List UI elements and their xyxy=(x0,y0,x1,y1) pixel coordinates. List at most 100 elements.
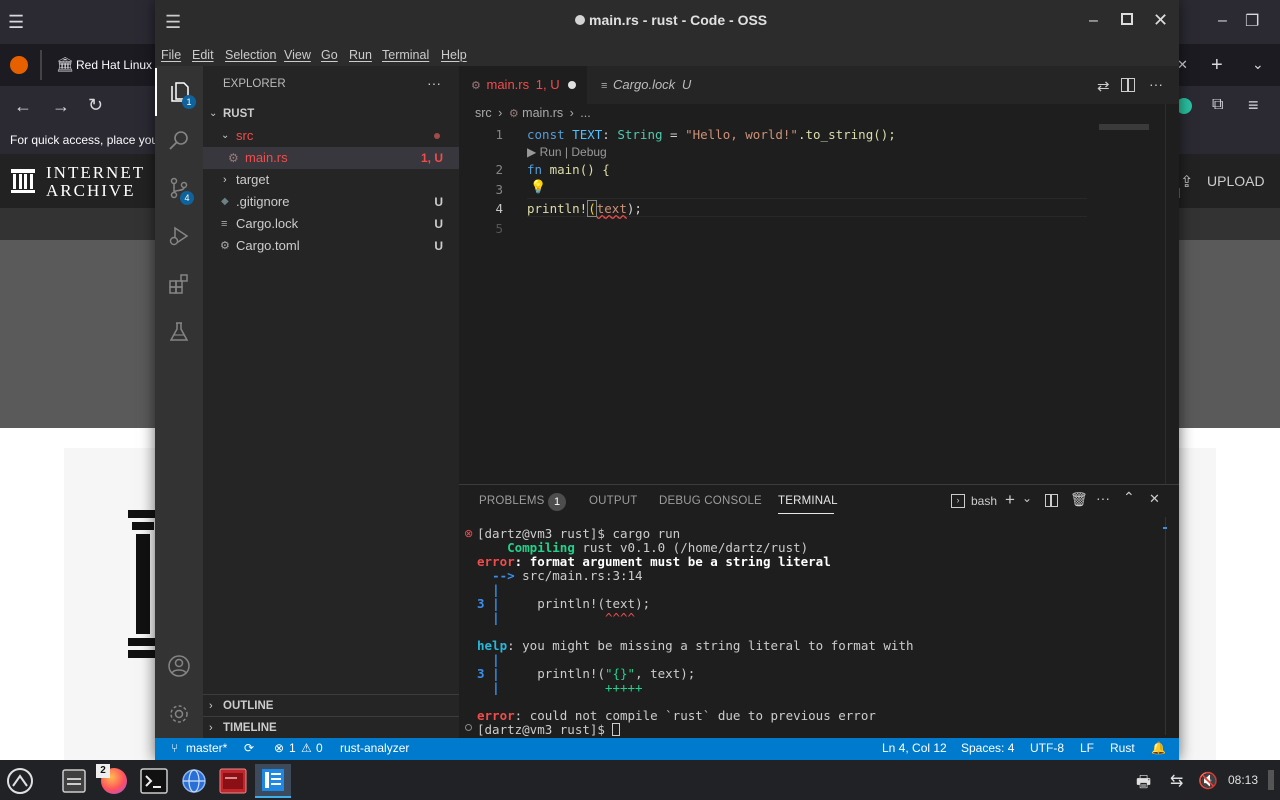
new-terminal-icon[interactable]: + xyxy=(1005,490,1015,510)
extensions-activity[interactable] xyxy=(155,260,203,308)
firefox-task[interactable]: 2 xyxy=(96,764,132,798)
terminal-scrollbar[interactable] xyxy=(1165,517,1166,735)
bell-icon[interactable]: 🔔 xyxy=(1151,741,1166,755)
terminal-prompt[interactable]: [dartz@vm3 rust]$ xyxy=(477,723,621,737)
file-main-rs[interactable]: ⚙ main.rs 1, U xyxy=(203,147,459,169)
code-line-1[interactable]: const TEXT: String = "Hello, world!".to_… xyxy=(527,127,896,142)
tab-debug-console[interactable]: DEBUG CONSOLE xyxy=(659,495,762,507)
code-oss-task[interactable] xyxy=(255,764,291,798)
codelens-run-debug[interactable]: ▶ Run | Debug xyxy=(527,145,607,159)
tab-output[interactable]: OUTPUT xyxy=(589,495,637,507)
branch-name[interactable]: master* xyxy=(186,741,227,755)
scrollbar-track[interactable] xyxy=(1165,104,1166,484)
menu-file[interactable]: File xyxy=(161,48,181,62)
tab-list-icon[interactable]: ⌄ xyxy=(1252,56,1264,73)
language-mode[interactable]: Rust xyxy=(1110,741,1135,755)
printer-icon[interactable]: 🖶 xyxy=(1136,771,1151,798)
run-debug-activity[interactable] xyxy=(155,212,203,260)
warning-icon: ⚠ xyxy=(301,741,312,755)
chevron-down-icon[interactable]: ⌄ xyxy=(1022,491,1032,505)
breadcrumb-more[interactable]: ... xyxy=(580,106,590,120)
upload-link[interactable]: UPLOAD xyxy=(1207,173,1265,189)
search-activity[interactable] xyxy=(155,116,203,164)
folder-target[interactable]: › target xyxy=(203,169,459,191)
reload-icon[interactable]: ↻ xyxy=(88,95,103,116)
archive-favicon-icon: 🏛 xyxy=(56,56,74,72)
end-of-line[interactable]: LF xyxy=(1080,741,1094,755)
forward-icon[interactable]: → xyxy=(52,96,70,117)
code-line-2[interactable]: fn main() { xyxy=(527,162,610,177)
encoding[interactable]: UTF-8 xyxy=(1030,741,1064,755)
code-line-4[interactable]: println!(text); xyxy=(527,200,642,217)
browser-tab-title[interactable]: Red Hat Linux xyxy=(76,58,152,72)
menu-run[interactable]: Run xyxy=(349,48,372,62)
split-terminal-icon[interactable] xyxy=(1045,494,1058,507)
minimap[interactable] xyxy=(1099,124,1149,130)
source-control-activity[interactable]: 4 xyxy=(155,164,203,212)
explorer-activity[interactable]: 1 xyxy=(155,68,203,116)
terminal-task[interactable] xyxy=(136,764,172,798)
terminal-shell-name[interactable]: bash xyxy=(971,494,997,508)
tab-terminal[interactable]: TERMINAL xyxy=(778,495,838,507)
accounts-activity[interactable] xyxy=(155,642,203,690)
app-menu-icon[interactable]: ≡ xyxy=(1248,95,1259,116)
new-tab-icon[interactable]: + xyxy=(1211,54,1223,77)
lightbulb-icon[interactable]: 💡 xyxy=(530,179,546,195)
error-count[interactable]: 1 xyxy=(289,741,296,755)
more-actions-icon[interactable]: ··· xyxy=(427,75,441,91)
more-actions-icon[interactable]: ··· xyxy=(1096,490,1110,506)
sync-icon[interactable]: ⟳ xyxy=(244,741,254,755)
timeline-section[interactable]: › TIMELINE xyxy=(203,716,459,738)
tab-problems[interactable]: PROBLEMS xyxy=(479,495,545,507)
split-editor-icon[interactable] xyxy=(1121,78,1135,92)
files-task[interactable] xyxy=(56,764,92,798)
tab-cargo-lock[interactable]: ≡ Cargo.lock U xyxy=(589,66,717,104)
show-desktop-button[interactable] xyxy=(1268,770,1274,790)
menu-go[interactable]: Go xyxy=(321,48,338,62)
more-actions-icon[interactable]: ··· xyxy=(1149,76,1163,92)
file-cargo-lock[interactable]: ≡ Cargo.lock U xyxy=(203,213,459,235)
folder-root-rust[interactable]: ⌄ RUST xyxy=(203,103,459,125)
file-cargo-toml[interactable]: ⚙ Cargo.toml U xyxy=(203,235,459,257)
volume-muted-icon[interactable]: 🔇 xyxy=(1198,771,1218,791)
tab-main-rs[interactable]: ⚙ main.rs 1, U xyxy=(459,66,587,104)
minimize-icon[interactable]: – xyxy=(1218,12,1227,30)
breadcrumb-file[interactable]: main.rs xyxy=(522,106,563,120)
terminal-line: error: could not compile `rust` due to p… xyxy=(477,709,876,723)
close-panel-icon[interactable]: ✕ xyxy=(1149,491,1160,507)
menu-view[interactable]: View xyxy=(284,48,311,62)
clock[interactable]: 08:13 xyxy=(1228,773,1258,787)
hamburger-icon[interactable]: ☰ xyxy=(8,12,24,33)
indentation[interactable]: Spaces: 4 xyxy=(961,741,1014,755)
puzzle-icon[interactable]: ⧉ xyxy=(1212,96,1223,114)
browser-task[interactable] xyxy=(176,764,212,798)
folder-src[interactable]: ⌄ src xyxy=(203,125,459,147)
restore-icon[interactable]: ❐ xyxy=(1245,11,1259,31)
upload-icon[interactable]: ⇪ xyxy=(1180,172,1193,192)
menu-terminal[interactable]: Terminal xyxy=(382,48,429,62)
back-icon[interactable]: ← xyxy=(14,96,32,117)
breadcrumb-folder[interactable]: src xyxy=(475,106,492,120)
compare-changes-icon[interactable]: ⇄ xyxy=(1097,77,1110,95)
minimize-icon[interactable]: ‒ xyxy=(1089,12,1098,30)
trash-icon[interactable]: 🗑 xyxy=(1070,491,1088,508)
testing-activity[interactable] xyxy=(155,308,203,356)
maximize-panel-icon[interactable]: ⌃ xyxy=(1123,489,1135,506)
close-icon[interactable]: ✕ xyxy=(1153,10,1168,31)
file-gitignore[interactable]: ◆ .gitignore U xyxy=(203,191,459,213)
warning-count[interactable]: 0 xyxy=(316,741,323,755)
app-launcher[interactable] xyxy=(2,764,38,798)
unsaved-dot-icon[interactable] xyxy=(568,81,576,89)
hamburger-icon[interactable]: ☰ xyxy=(165,12,181,33)
internet-archive-logo-icon[interactable] xyxy=(10,168,36,194)
outline-section[interactable]: › OUTLINE xyxy=(203,694,459,716)
menu-selection[interactable]: Selection xyxy=(225,48,276,62)
terminal-emulator-task[interactable] xyxy=(215,764,251,798)
maximize-icon[interactable] xyxy=(1121,13,1133,25)
rust-analyzer-status[interactable]: rust-analyzer xyxy=(340,741,409,755)
network-icon[interactable]: ⇆ xyxy=(1170,771,1183,791)
menu-help[interactable]: Help xyxy=(441,48,467,62)
manage-activity[interactable] xyxy=(155,690,203,738)
cursor-position[interactable]: Ln 4, Col 12 xyxy=(882,741,947,755)
menu-edit[interactable]: Edit xyxy=(192,48,214,62)
